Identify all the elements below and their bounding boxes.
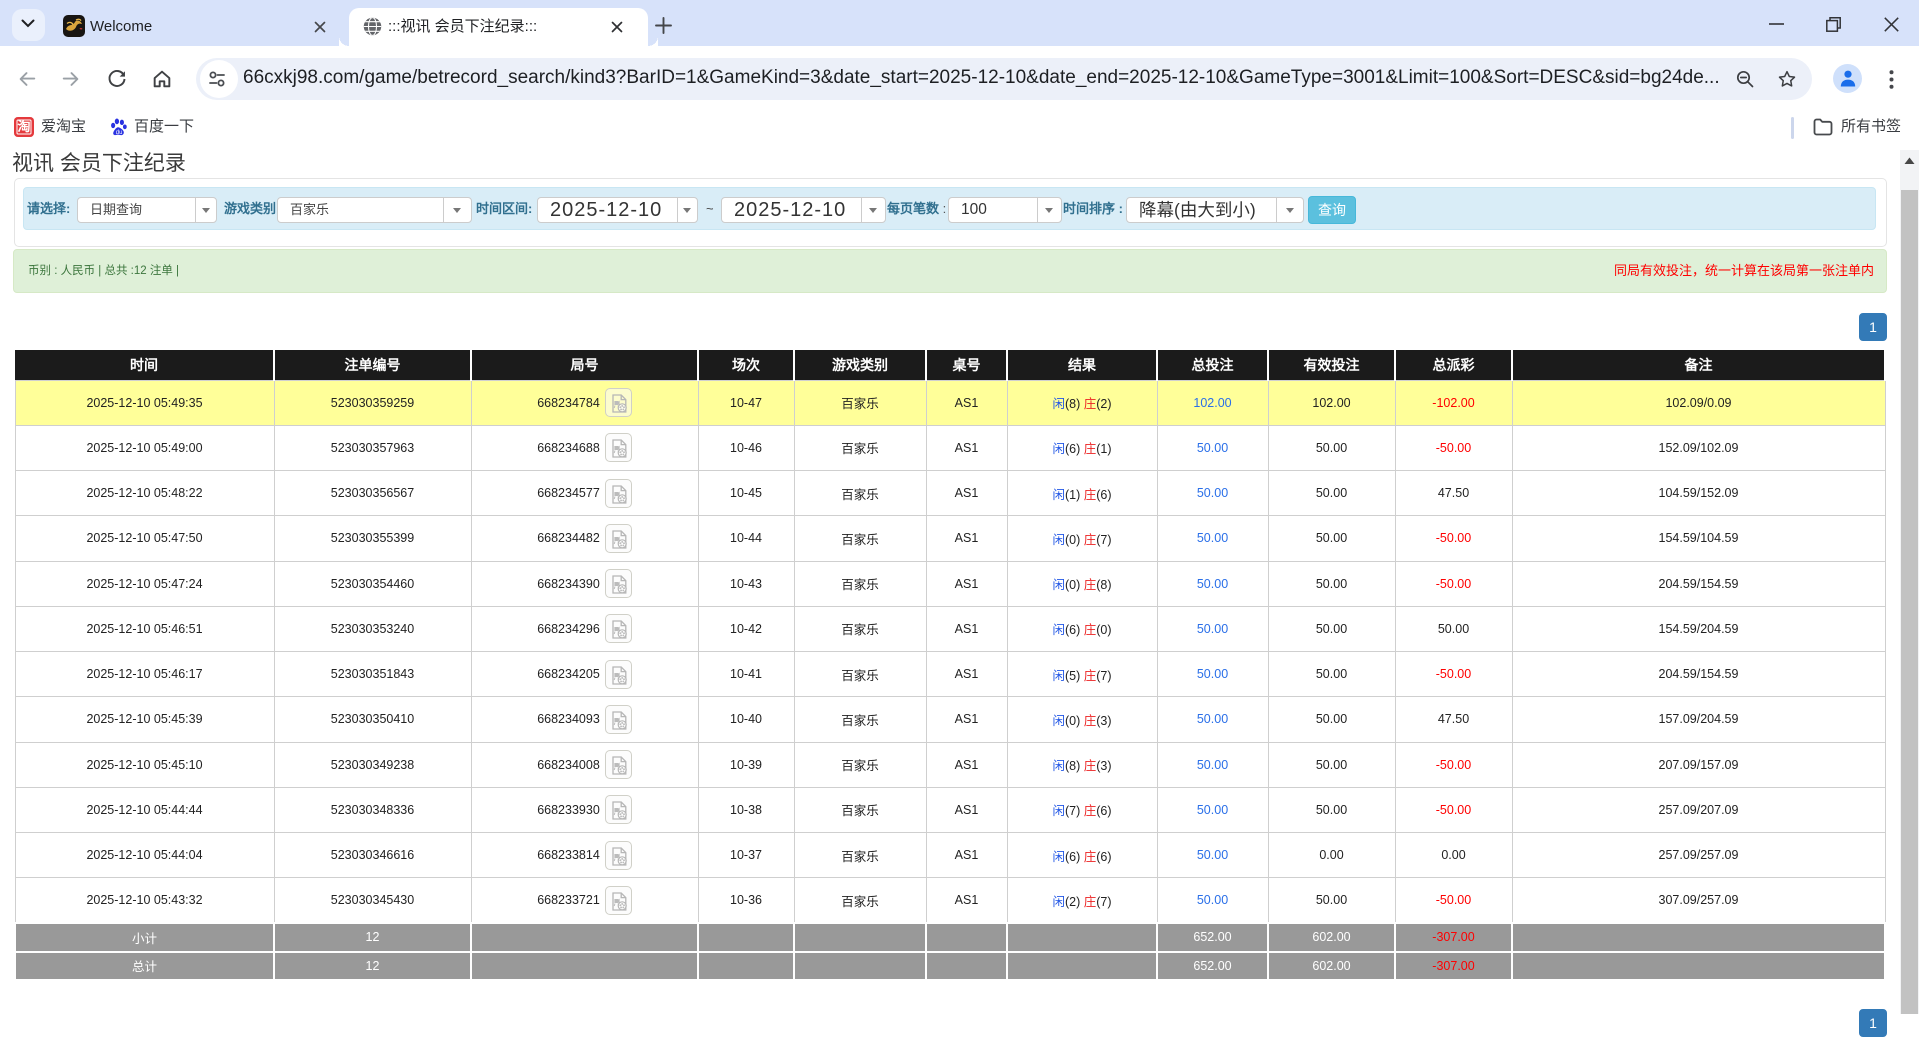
svg-text:du: du	[116, 130, 123, 136]
